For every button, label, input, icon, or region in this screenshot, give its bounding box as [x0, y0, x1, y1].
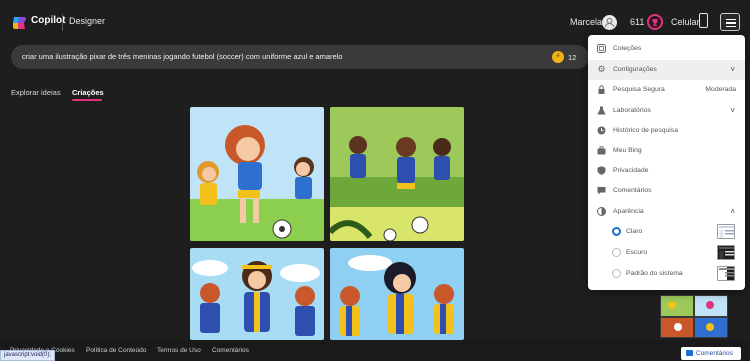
- generated-image-4[interactable]: [330, 248, 464, 340]
- avatar[interactable]: [602, 15, 617, 30]
- status-bar-url: javascript:void(0);: [0, 350, 56, 361]
- product-name[interactable]: Designer: [69, 16, 105, 26]
- generated-image-2[interactable]: [330, 107, 464, 241]
- menu-item-label: Pesquisa Segura: [613, 86, 665, 93]
- soccer-illustration-1: [190, 107, 324, 241]
- boost-count: 12: [568, 53, 577, 62]
- menu-item-feedback[interactable]: Comentários: [588, 181, 745, 201]
- active-tab-indicator: [72, 99, 102, 101]
- dark-theme-preview-icon: [717, 245, 735, 260]
- shield-icon: [597, 166, 606, 175]
- radio-light[interactable]: [612, 227, 621, 236]
- appearance-option-label: Claro: [626, 228, 643, 235]
- feedback-button-label: Comentários: [696, 350, 733, 357]
- light-theme-preview-icon: [717, 224, 735, 239]
- footer: Privacidade e Cookies Política de Conteú…: [0, 340, 750, 361]
- menu-item-privacy[interactable]: Privacidade: [588, 161, 745, 181]
- safe-search-value: Moderada: [705, 86, 736, 93]
- user-name[interactable]: Marcela: [570, 17, 602, 27]
- settings-menu: Coleções ⚙ Configurações ˅ Pesquisa Segu…: [588, 35, 745, 290]
- appearance-option-system[interactable]: Padrão do sistema: [588, 264, 745, 284]
- tab-explore-ideas[interactable]: Explorar ideias: [11, 88, 61, 97]
- brand-name[interactable]: Copilot: [31, 15, 65, 26]
- theme-icon: [597, 207, 606, 216]
- soccer-illustration-2: [330, 107, 464, 241]
- appearance-option-label: Padrão do sistema: [626, 270, 683, 277]
- history-icon: [597, 126, 606, 135]
- user-icon: [604, 17, 615, 28]
- radio-dark[interactable]: [612, 248, 621, 257]
- generated-image-1[interactable]: [190, 107, 324, 241]
- chevron-down-icon: ˅: [730, 106, 735, 115]
- tab-creations[interactable]: Criações: [72, 88, 104, 97]
- boost-icon[interactable]: ⚡: [552, 51, 564, 63]
- menu-item-collections[interactable]: Coleções: [588, 39, 745, 59]
- footer-link-terms[interactable]: Termos de Uso: [157, 347, 201, 354]
- collections-icon: [597, 44, 606, 53]
- menu-item-settings[interactable]: ⚙ Configurações ˅: [588, 60, 745, 80]
- menu-item-label: Coleções: [613, 45, 642, 52]
- rewards-trophy-icon[interactable]: [647, 14, 663, 30]
- radio-system[interactable]: [612, 269, 621, 278]
- rewards-count[interactable]: 611: [630, 17, 644, 27]
- menu-item-label: Configurações: [613, 66, 657, 73]
- menu-item-appearance[interactable]: Aparência ˄: [588, 202, 745, 222]
- menu-item-label: Histórico de pesquisa: [613, 127, 678, 134]
- menu-item-search-history[interactable]: Histórico de pesquisa: [588, 121, 745, 141]
- appearance-option-light[interactable]: Claro: [588, 222, 745, 242]
- header-divider: [62, 14, 63, 31]
- soccer-illustration-4: [330, 248, 464, 340]
- menu-item-label: Meu Bing: [613, 147, 642, 154]
- flask-icon: [597, 106, 606, 115]
- menu-item-label: Aparência: [613, 208, 644, 215]
- footer-link-feedback[interactable]: Comentários: [212, 347, 249, 354]
- hamburger-menu-button[interactable]: [720, 13, 740, 31]
- prompt-input[interactable]: criar uma ilustração pixar de três menin…: [11, 45, 589, 69]
- menu-item-label: Laboratórios: [613, 107, 651, 114]
- lock-icon: [597, 85, 606, 94]
- thumbnail-collage: [660, 295, 728, 338]
- comment-icon: [597, 186, 606, 195]
- menu-item-label: Comentários: [613, 187, 652, 194]
- prompt-text[interactable]: criar uma ilustração pixar de três menin…: [22, 52, 343, 61]
- appearance-option-label: Escuro: [626, 249, 648, 256]
- footer-link-content-policy[interactable]: Política de Conteúdo: [86, 347, 146, 354]
- comment-icon: [686, 350, 693, 356]
- soccer-illustration-3: [190, 248, 324, 340]
- copilot-logo-icon: [13, 17, 26, 29]
- briefcase-icon: [597, 146, 606, 155]
- system-theme-preview-icon: [717, 266, 735, 281]
- chevron-up-icon: ˄: [730, 207, 735, 216]
- generated-image-3[interactable]: [190, 248, 324, 340]
- mobile-label[interactable]: Celular: [671, 17, 700, 27]
- phone-icon[interactable]: [699, 13, 708, 28]
- menu-item-my-bing[interactable]: Meu Bing: [588, 141, 745, 161]
- chevron-down-icon: ˅: [730, 65, 735, 74]
- menu-item-safe-search[interactable]: Pesquisa Segura Moderada: [588, 80, 745, 100]
- appearance-option-dark[interactable]: Escuro: [588, 243, 745, 263]
- history-thumbnail[interactable]: [660, 295, 728, 338]
- feedback-button[interactable]: Comentários: [681, 347, 741, 360]
- menu-item-labs[interactable]: Laboratórios ˅: [588, 101, 745, 121]
- gear-icon: ⚙: [597, 64, 606, 74]
- menu-item-label: Privacidade: [613, 167, 649, 174]
